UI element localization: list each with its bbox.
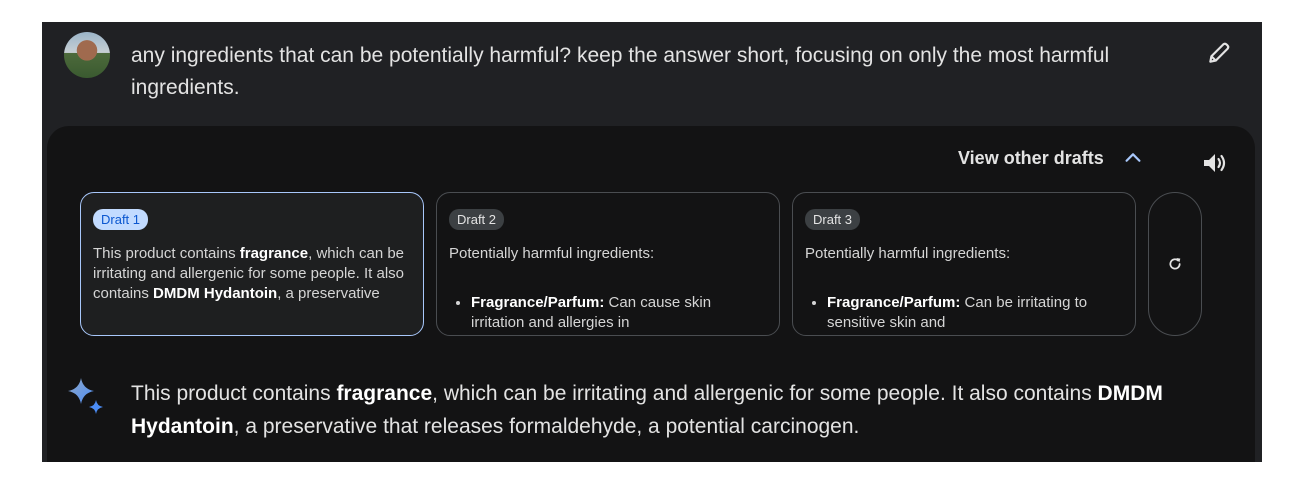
speaker-icon[interactable] (1202, 151, 1228, 175)
chevron-up-icon (1125, 153, 1141, 162)
list-item: Fragrance/Parfum: Can cause skin irritat… (471, 293, 767, 333)
user-prompt: any ingredients that can be potentially … (131, 44, 1110, 99)
draft-card-1[interactable]: Draft 1 This product contains fragrance,… (80, 192, 424, 336)
draft-preview-intro: Potentially harmful ingredients: (449, 245, 655, 262)
view-other-drafts-button[interactable]: View other drafts (958, 147, 1144, 169)
draft-badge: Draft 3 (805, 209, 861, 230)
draft-preview-list: Fragrance/Parfum: Can cause skin irritat… (449, 293, 767, 333)
draft-badge: Draft 1 (93, 209, 149, 230)
sparkle-icon (68, 378, 103, 414)
user-avatar (64, 32, 110, 78)
pencil-icon[interactable] (1206, 40, 1232, 66)
draft-preview-list: Fragrance/Parfum: Can be irritating to s… (805, 293, 1123, 333)
view-other-drafts-label: View other drafts (958, 147, 1104, 168)
draft-card-3[interactable]: Draft 3 Potentially harmful ingredients:… (792, 192, 1136, 336)
assistant-response: This product contains fragrance, which c… (131, 382, 1163, 438)
draft-card-2[interactable]: Draft 2 Potentially harmful ingredients:… (436, 192, 780, 336)
draft-badge: Draft 2 (449, 209, 505, 230)
refresh-icon (1169, 258, 1181, 270)
list-item: Fragrance/Parfum: Can be irritating to s… (827, 293, 1123, 333)
draft-preview-intro: Potentially harmful ingredients: (805, 245, 1011, 262)
regenerate-drafts-button[interactable] (1148, 192, 1202, 336)
draft-preview-text: This product contains fragrance, which c… (93, 245, 405, 302)
